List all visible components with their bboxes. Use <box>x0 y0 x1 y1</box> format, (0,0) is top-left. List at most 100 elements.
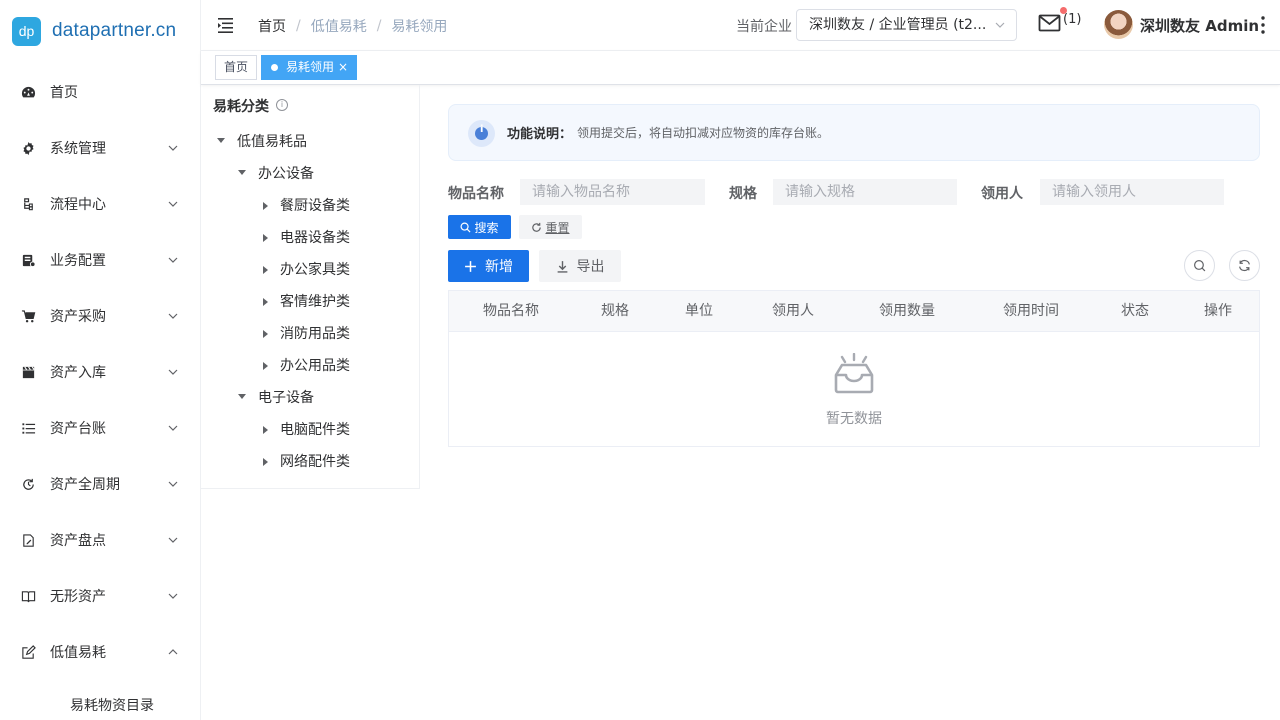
refresh-icon <box>1239 259 1250 272</box>
breadcrumb-separator: / <box>296 18 301 34</box>
toggle-search-button[interactable] <box>1184 250 1215 281</box>
tree-node-label: 网络配件类 <box>280 454 350 470</box>
tree-node-label: 消防用品类 <box>280 326 350 342</box>
tree-node-office-equipment[interactable]: 办公设备 <box>238 161 314 187</box>
search-button-label: 搜索 <box>474 220 499 235</box>
search-icon <box>1194 260 1206 272</box>
spec-label: 规格 <box>729 186 757 202</box>
tag-label: 易耗领用 <box>286 60 335 74</box>
caret-right-icon[interactable] <box>263 458 268 466</box>
item-name-input[interactable] <box>520 179 705 205</box>
breadcrumb: 首页 / 低值易耗 / 易耗领用 <box>258 16 447 36</box>
chevron-down-icon <box>168 201 178 207</box>
tree-node-leaf[interactable]: 网络配件类 <box>263 449 350 475</box>
breadcrumb-home[interactable]: 首页 <box>258 16 286 36</box>
sidebar-item-home[interactable]: 首页 <box>0 64 200 120</box>
sidebar-item-label: 流程中心 <box>50 197 106 213</box>
sidebar-item-flow[interactable]: 流程中心 <box>0 176 200 232</box>
caret-right-icon[interactable] <box>263 298 268 306</box>
breadcrumb-low-value: 低值易耗 <box>310 19 367 35</box>
recipient-input[interactable] <box>1040 179 1224 205</box>
sidebar-item-label: 业务配置 <box>50 253 106 269</box>
more-vertical-icon[interactable] <box>1259 15 1267 35</box>
config-icon <box>20 252 36 268</box>
column-header: 物品名称 <box>483 303 539 319</box>
submenu-item-consumable-catalog[interactable]: 易耗物资目录 <box>0 686 200 720</box>
caret-right-icon[interactable] <box>263 234 268 242</box>
avatar[interactable] <box>1104 10 1133 39</box>
sidebar-item-intangible[interactable]: 无形资产 <box>0 568 200 624</box>
tree-node-leaf[interactable]: 办公家具类 <box>263 257 350 283</box>
sidebar-item-purchase[interactable]: 资产采购 <box>0 288 200 344</box>
tag-consumable-use[interactable]: 易耗领用 × <box>261 55 358 80</box>
close-icon[interactable]: × <box>338 56 348 79</box>
reset-button[interactable]: 重置 <box>519 215 582 239</box>
tree-node-leaf[interactable]: 餐厨设备类 <box>263 193 350 219</box>
caret-right-icon[interactable] <box>263 202 268 210</box>
empty-inbox-icon <box>834 353 874 394</box>
search-button[interactable]: 搜索 <box>448 215 511 239</box>
sidebar-item-system[interactable]: 系统管理 <box>0 120 200 176</box>
item-name-label: 物品名称 <box>448 186 504 202</box>
chevron-down-icon <box>168 537 178 543</box>
sidebar-item-lifecycle[interactable]: 资产全周期 <box>0 456 200 512</box>
tree-node-label: 办公设备 <box>258 166 314 182</box>
spec-input[interactable] <box>773 179 957 205</box>
tree-node-leaf[interactable]: 电脑配件类 <box>263 417 350 443</box>
sidebar-item-low-value[interactable]: 低值易耗 <box>0 624 200 680</box>
tree-node-electronic-equipment[interactable]: 电子设备 <box>238 385 314 411</box>
sidebar-item-label: 资产全周期 <box>50 477 120 493</box>
sidebar-item-label: 低值易耗 <box>50 645 106 661</box>
logo-text: datapartner.cn <box>52 20 177 41</box>
username[interactable]: 深圳数友 Admin <box>1140 15 1259 36</box>
enterprise-select[interactable]: 深圳数友 / 企业管理员 (t2... <box>796 9 1017 41</box>
tree-node-leaf[interactable]: 客情维护类 <box>263 289 350 315</box>
tree-title: 易耗分类 <box>213 99 269 115</box>
sidebar-item-label: 资产盘点 <box>50 533 106 549</box>
table-header: 物品名称 规格 单位 领用人 领用数量 领用时间 状态 操作 <box>449 291 1259 332</box>
list-icon <box>20 420 36 436</box>
chevron-up-icon <box>168 649 178 655</box>
caret-down-icon[interactable] <box>238 394 246 399</box>
add-button[interactable]: 新增 <box>448 250 529 282</box>
mail-icon[interactable] <box>1038 13 1062 33</box>
caret-down-icon[interactable] <box>217 138 225 143</box>
hamburger-icon[interactable] <box>216 15 236 35</box>
tree-node-leaf[interactable]: 电器设备类 <box>263 225 350 251</box>
tree-node-leaf[interactable]: 办公用品类 <box>263 353 350 379</box>
tree-node-label: 电子设备 <box>258 390 314 406</box>
tree-node-leaf[interactable]: 消防用品类 <box>263 321 350 347</box>
sidebar-item-inventory[interactable]: 资产盘点 <box>0 512 200 568</box>
chevron-down-icon <box>168 257 178 263</box>
info-icon[interactable]: i <box>276 99 288 111</box>
tree-node-label: 电器设备类 <box>280 230 350 246</box>
book-icon <box>20 588 36 604</box>
caret-right-icon[interactable] <box>263 330 268 338</box>
sidebar-item-warehousing[interactable]: 资产入库 <box>0 344 200 400</box>
sidebar-item-ledger[interactable]: 资产台账 <box>0 400 200 456</box>
tree-node-label: 办公用品类 <box>280 358 350 374</box>
tree-node-label: 低值易耗品 <box>237 134 307 150</box>
export-button-label: 导出 <box>576 259 605 275</box>
caret-right-icon[interactable] <box>263 266 268 274</box>
edit-doc-icon <box>20 532 36 548</box>
refresh-icon <box>532 222 542 232</box>
breadcrumb-current: 易耗领用 <box>391 19 448 35</box>
tree-node-label: 办公家具类 <box>280 262 350 278</box>
search-icon <box>460 222 471 233</box>
caret-right-icon[interactable] <box>263 362 268 370</box>
sidebar-item-business-config[interactable]: 业务配置 <box>0 232 200 288</box>
notice-text: 领用提交后，将自动扣减对应物资的库存台账。 <box>577 126 830 140</box>
sidebar-item-label: 资产入库 <box>50 365 106 381</box>
tree-node-root[interactable]: 低值易耗品 <box>217 129 307 155</box>
caret-right-icon[interactable] <box>263 426 268 434</box>
refresh-button[interactable] <box>1229 250 1260 281</box>
tag-home[interactable]: 首页 <box>215 55 258 80</box>
notice-title: 功能说明： <box>507 127 573 142</box>
chevron-down-icon <box>168 425 178 431</box>
export-button[interactable]: 导出 <box>539 250 621 282</box>
caret-down-icon[interactable] <box>238 170 246 175</box>
logo[interactable]: dp datapartner.cn <box>12 16 176 46</box>
sidebar-item-label: 资产台账 <box>50 421 106 437</box>
edit-icon <box>20 644 36 660</box>
